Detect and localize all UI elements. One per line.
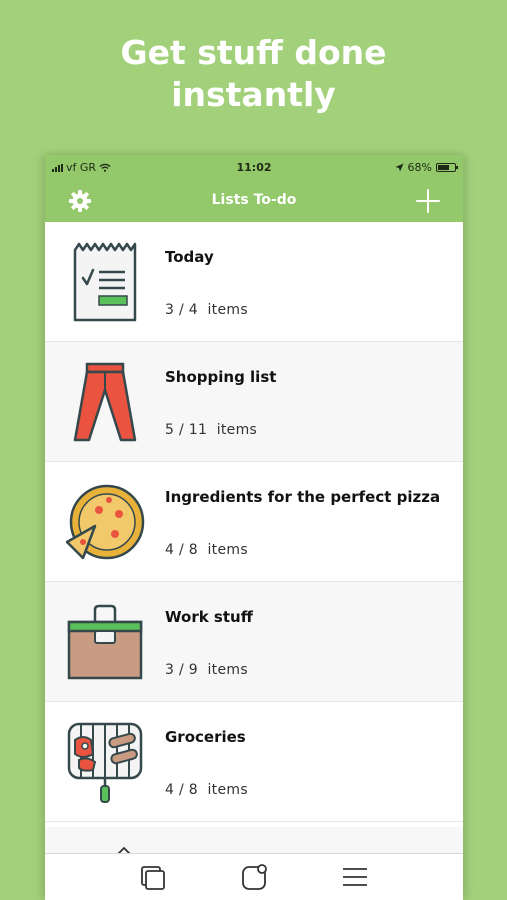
- battery-icon: [436, 163, 458, 172]
- list-title: Work stuff: [165, 608, 253, 626]
- list-count: 4 / 8 items: [165, 782, 248, 798]
- done-count: 4: [165, 782, 175, 798]
- list-title: Shopping list: [165, 368, 277, 386]
- done-count: 3: [165, 302, 175, 318]
- total-count: 4: [188, 302, 198, 318]
- lists-container: Today 3 / 4 items Shopping list 5 / 11 i…: [45, 222, 463, 822]
- list-count: 4 / 8 items: [165, 542, 248, 558]
- list-count: 3 / 4 items: [165, 302, 248, 318]
- list-count: 3 / 9 items: [165, 662, 248, 678]
- total-count: 8: [188, 782, 198, 798]
- promo-line-2: instantly: [171, 75, 336, 114]
- battery-percent: 68%: [407, 161, 432, 174]
- toolbox-icon: [67, 604, 143, 680]
- list-title: Groceries: [165, 728, 246, 746]
- status-bar: vf GR 11:02 68%: [45, 155, 463, 180]
- list-title: Today: [165, 248, 214, 266]
- total-count: 11: [188, 422, 208, 438]
- nav-title: Lists To-do: [211, 192, 297, 208]
- items-unit: items: [207, 782, 248, 798]
- items-unit: items: [207, 302, 248, 318]
- status-right: 68%: [395, 161, 458, 174]
- list-item[interactable]: Ingredients for the perfect pizza 4 / 8 …: [45, 462, 463, 582]
- list-item[interactable]: Shopping list 5 / 11 items: [45, 342, 463, 462]
- nav-bar: Lists To-do: [45, 180, 463, 222]
- items-unit: items: [207, 542, 248, 558]
- list-title: Ingredients for the perfect pizza: [165, 488, 441, 506]
- phone-screen: vf GR 11:02 68% Lists To-do Today 3 / 4 …: [45, 155, 463, 900]
- tab-bar: [45, 853, 463, 900]
- list-item[interactable]: Today 3 / 4 items: [45, 222, 463, 342]
- notification-icon[interactable]: [240, 864, 268, 890]
- total-count: 9: [188, 662, 198, 678]
- menu-icon[interactable]: [341, 864, 369, 890]
- done-count: 4: [165, 542, 175, 558]
- promo-line-1: Get stuff done: [120, 33, 387, 72]
- list-item[interactable]: Work stuff 3 / 9 items: [45, 582, 463, 702]
- receipt-checklist-icon: [73, 242, 137, 322]
- total-count: 8: [188, 542, 198, 558]
- pants-icon: [73, 362, 137, 442]
- list-item[interactable]: Groceries 4 / 8 items: [45, 702, 463, 822]
- location-arrow-icon: [395, 163, 404, 172]
- plus-icon[interactable]: [415, 188, 441, 214]
- done-count: 3: [165, 662, 175, 678]
- done-count: 5: [165, 422, 175, 438]
- promo-headline: Get stuff done instantly: [0, 32, 507, 116]
- grill-icon: [67, 722, 143, 803]
- pages-icon[interactable]: [139, 864, 167, 890]
- items-unit: items: [207, 662, 248, 678]
- pizza-icon: [65, 484, 145, 560]
- items-unit: items: [216, 422, 258, 438]
- list-count: 5 / 11 items: [165, 422, 258, 438]
